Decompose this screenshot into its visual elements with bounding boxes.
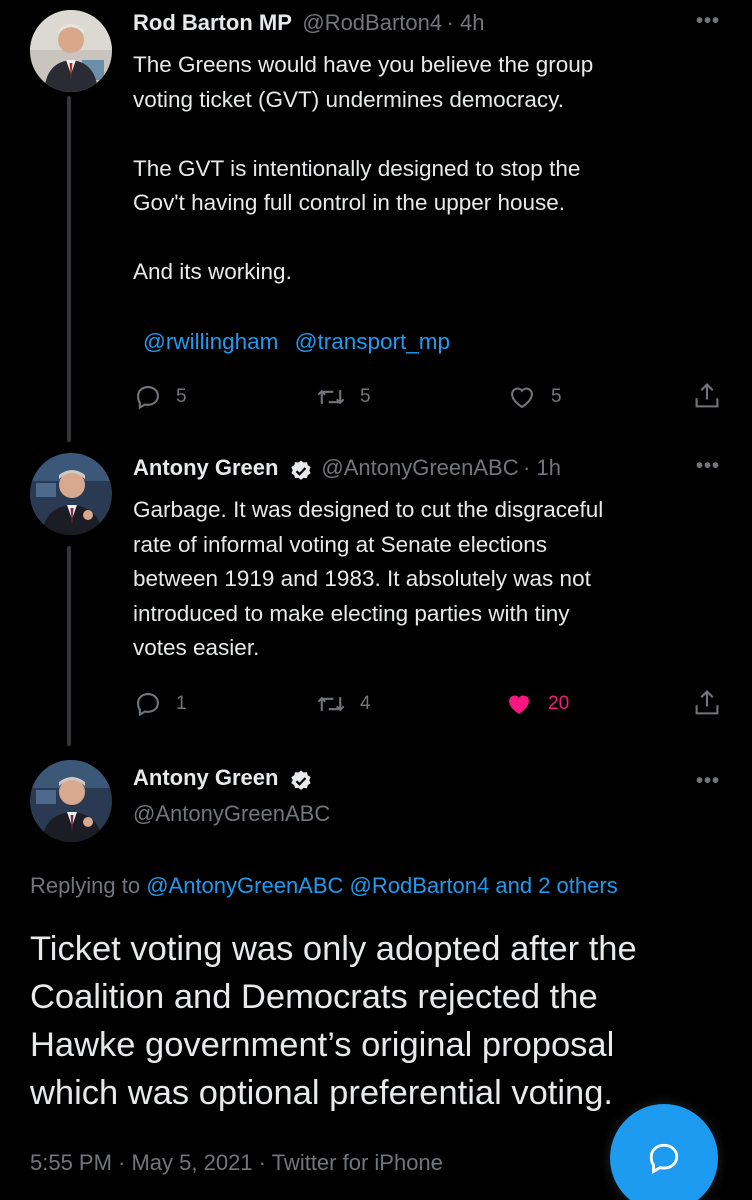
compose-reply-icon	[649, 1143, 679, 1174]
like-icon	[511, 387, 533, 409]
author-name[interactable]: Rod Barton MP	[133, 10, 292, 35]
avatar[interactable]	[30, 10, 112, 92]
more-icon[interactable]: •••	[696, 455, 720, 478]
thread-connector	[67, 546, 71, 746]
reply-icon	[137, 386, 159, 410]
focus-author: Antony Green	[133, 765, 313, 793]
reply-icon	[137, 693, 159, 717]
retweet-button[interactable]: 5	[316, 383, 371, 411]
mention-link[interactable]: @transport_mp	[295, 329, 450, 354]
replying-to: Replying to @AntonyGreenABC @RodBarton4 …	[30, 873, 618, 899]
reply-button[interactable]: 1	[134, 690, 187, 718]
focus-tweet-text: Ticket voting was only adopted after the…	[30, 930, 637, 1112]
author-name[interactable]: Antony Green	[133, 765, 278, 790]
more-icon[interactable]: •••	[696, 10, 720, 33]
replying-prefix: Replying to	[30, 873, 141, 898]
retweet-button[interactable]: 4	[316, 690, 371, 718]
tweet-text: The Greens would have you believe the gr…	[133, 52, 594, 284]
avatar[interactable]	[30, 453, 112, 535]
mention-link[interactable]: @rwillingham	[143, 329, 278, 354]
like-icon	[509, 695, 529, 714]
tweet-time: · 1h	[523, 455, 561, 480]
like-count: 5	[551, 386, 562, 407]
author-name[interactable]: Antony Green	[133, 455, 278, 480]
verified-icon	[291, 460, 311, 480]
author-handle[interactable]: @RodBarton4	[302, 10, 442, 35]
tweet-time: · 4h	[446, 10, 485, 35]
share-button[interactable]	[693, 688, 721, 718]
like-button[interactable]: 20	[504, 690, 569, 718]
tweet-timestamp: 5:55 PM · May 5, 2021 · Twitter for iPho…	[30, 1150, 443, 1175]
reply-button[interactable]: 5	[134, 383, 187, 411]
retweet-count: 5	[360, 386, 371, 407]
reply-count: 5	[176, 386, 187, 407]
verified-icon	[291, 770, 311, 790]
like-count: 20	[548, 693, 570, 714]
avatar[interactable]	[30, 760, 112, 842]
like-button[interactable]: 5	[507, 383, 562, 411]
reply-count: 1	[176, 693, 187, 714]
tweet-header: Antony Green @AntonyGreenABC · 1h	[133, 455, 561, 483]
compose-reply-button[interactable]	[610, 1104, 718, 1200]
replying-to-links[interactable]: @AntonyGreenABC @RodBarton4 and 2 others	[146, 873, 618, 898]
author-handle[interactable]: @AntonyGreenABC	[133, 801, 330, 827]
tweet-header: Rod Barton MP @RodBarton4 · 4h	[133, 10, 484, 36]
retweet-icon	[317, 389, 345, 405]
thread-connector	[67, 96, 71, 442]
author-handle[interactable]: @AntonyGreenABC	[321, 455, 518, 480]
retweet-icon	[317, 696, 345, 712]
mentions: @rwillingham @transport_mp	[143, 327, 450, 357]
share-icon	[695, 382, 719, 408]
share-button[interactable]	[693, 381, 721, 411]
retweet-count: 4	[360, 693, 371, 714]
tweet-text: Garbage. It was designed to cut the disg…	[133, 497, 604, 660]
more-icon[interactable]: •••	[696, 770, 720, 793]
share-icon	[695, 689, 719, 715]
